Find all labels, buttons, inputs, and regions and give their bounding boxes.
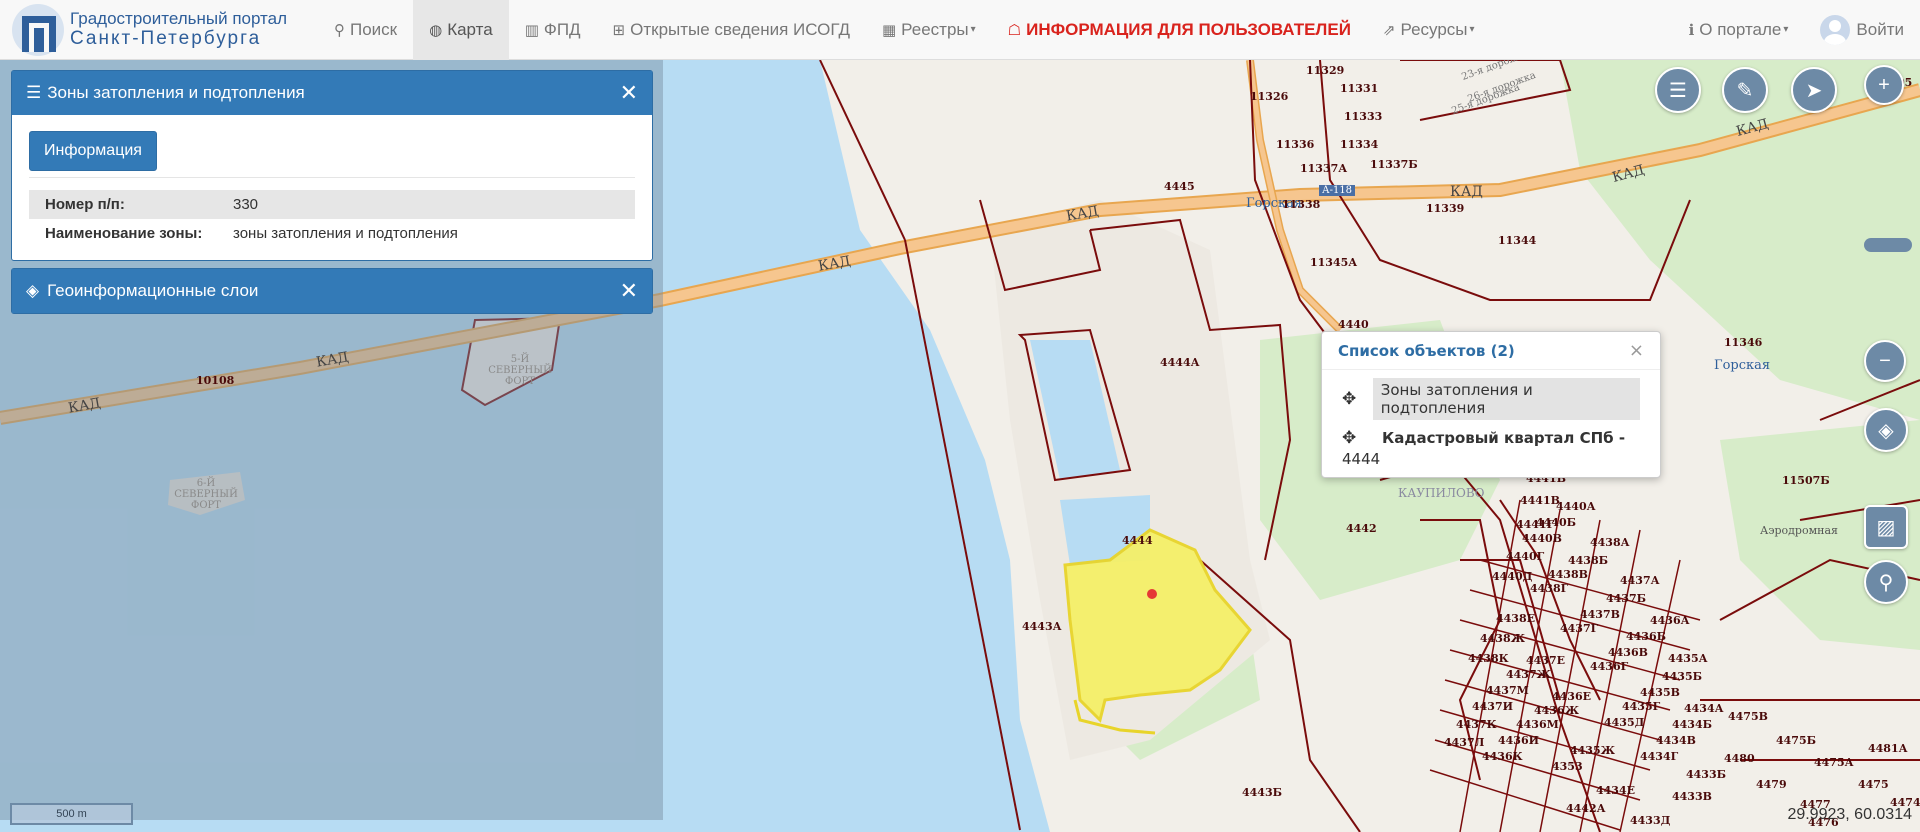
nav-right: ℹО портале ▾ Войти [1673,0,1920,60]
coordinates-readout: 29.9923, 60.0314 [1787,806,1912,823]
nav-about-label: О портале [1699,19,1782,39]
zones-panel-title: Зоны затопления и подтопления [47,83,305,102]
popup-item-label[interactable]: Зоны затопления и подтопления [1372,378,1640,420]
nav-resources-label: Ресурсы [1400,19,1468,39]
nav-map-label: Карта [447,19,493,39]
close-icon[interactable]: ✕ [620,280,638,302]
popup-title: Список объектов (2) [1338,341,1515,360]
logo-icon [10,2,66,58]
zones-panel: ☰ Зоны затопления и подтопления ✕ Информ… [11,70,653,261]
layers-panel-title: Геоинформационные слои [47,281,259,300]
zoom-in-button[interactable]: + [1864,65,1904,105]
nav-isogd-label: Открытые сведения ИСОГД [630,19,850,39]
top-navbar: Градостроительный портал Санкт-Петербург… [0,0,1920,60]
zoom-out-button[interactable]: − [1864,340,1906,382]
attr-value: 330 [233,196,259,213]
nav-resources[interactable]: ⇗ Ресурсы ▾ [1367,0,1491,60]
attr-key: Наименование зоны: [45,225,203,242]
nav-login-label: Войти [1856,19,1904,39]
popup-item-cont: 4444 [1342,450,1381,468]
nav-registries-label: Реестры [901,19,969,39]
scale-bar: 500 m [10,803,133,825]
popup-item-cadastral[interactable]: ✥ Кадастровый квартал СПб - [1322,428,1660,448]
comment-icon: ☖ [1007,21,1022,39]
external-link-icon: ⇗ [1382,21,1396,39]
attr-row-name: Наименование зоны: зоны затопления и под… [29,219,635,248]
nav-registries[interactable]: ▦ Реестры ▾ [866,0,992,60]
portal-logo[interactable]: Градостроительный портал Санкт-Петербург… [0,0,318,60]
navigation-icon: ➤ [1805,79,1823,102]
zones-panel-body: Информация [12,115,652,190]
ruler-icon: ✎ [1736,79,1754,102]
nav-search-label: Поиск [350,19,398,39]
layers-panel[interactable]: ◈ Геоинформационные слои ✕ [11,268,653,314]
caret-down-icon: ▾ [970,24,976,35]
popup-item-label[interactable]: Кадастровый квартал СПб - [1374,429,1625,447]
caret-down-icon: ▾ [1469,24,1475,35]
plus-square-icon: ⊞ [612,21,626,39]
layers-icon: ◈ [1878,419,1894,442]
nav-user-info[interactable]: ☖ ИНФОРМАЦИЯ ДЛЯ ПОЛЬЗОВАТЕЛЕЙ [992,0,1367,60]
nav-fpd[interactable]: ▥ ФПД [509,0,597,60]
zoom-slider-handle[interactable] [1864,238,1912,252]
objects-popup: Список объектов (2) × ✥ Зоны затопления … [1321,331,1661,478]
attr-value: зоны затопления и подтопления [233,225,458,242]
close-icon[interactable]: × [1629,340,1644,361]
logo-line2: Санкт-Петербурга [70,28,262,50]
table-icon: ▦ [881,21,897,39]
legend-list-button[interactable]: ☰ [1655,67,1701,113]
measure-button[interactable]: ✎ [1722,67,1768,113]
plus-icon: + [1878,73,1890,96]
globe-icon: ◍ [429,21,443,39]
main-nav: ⚲ Поиск ◍ Карта ▥ ФПД ⊞ Открытые сведения ИС… [318,0,1491,60]
locate-button[interactable]: ➤ [1791,67,1837,113]
avatar-icon [1820,14,1851,45]
popup-header: Список объектов (2) × [1322,332,1660,370]
logo-text: Градостроительный портал Санкт-Петербург… [70,9,287,50]
nav-map[interactable]: ◍ Карта [413,0,509,60]
logo-line1: Градостроительный портал [70,8,288,28]
nav-user-info-label: ИНФОРМАЦИЯ ДЛЯ ПОЛЬЗОВАТЕЛЕЙ [1026,19,1351,39]
nav-login[interactable]: Войти [1804,0,1920,60]
close-icon[interactable]: ✕ [620,82,638,104]
map-icon: ▥ [524,21,539,39]
move-icon[interactable]: ✥ [1342,428,1374,448]
basemap-button[interactable]: ▨ [1864,505,1908,549]
nav-about[interactable]: ℹО портале ▾ [1673,0,1805,60]
info-button[interactable]: Информация [29,131,157,171]
list-icon: ☰ [26,83,42,102]
nav-fpd-label: ФПД [543,19,581,39]
attr-row-number: Номер п/п: 330 [29,190,635,219]
layers-panel-header[interactable]: ◈ Геоинформационные слои ✕ [12,269,652,313]
grid-icon: ▨ [1876,516,1896,539]
search-map-button[interactable]: ⚲ [1864,560,1908,604]
nav-isogd[interactable]: ⊞ Открытые сведения ИСОГД [597,0,866,60]
divider [29,177,635,178]
layers-button[interactable]: ◈ [1864,408,1908,452]
info-icon: ℹ [1688,21,1695,39]
popup-item-zones[interactable]: ✥ Зоны затопления и подтопления [1322,378,1660,420]
caret-down-icon: ▾ [1783,24,1789,35]
list-icon: ☰ [1669,79,1687,102]
minus-icon: − [1879,349,1891,372]
layers-icon: ◈ [26,281,40,300]
nav-search[interactable]: ⚲ Поиск [318,0,413,60]
attr-key: Номер п/п: [45,196,125,213]
search-icon: ⚲ [1878,571,1894,594]
search-icon: ⚲ [334,21,345,39]
move-icon[interactable]: ✥ [1342,389,1373,409]
zones-panel-header: ☰ Зоны затопления и подтопления ✕ [12,71,652,115]
